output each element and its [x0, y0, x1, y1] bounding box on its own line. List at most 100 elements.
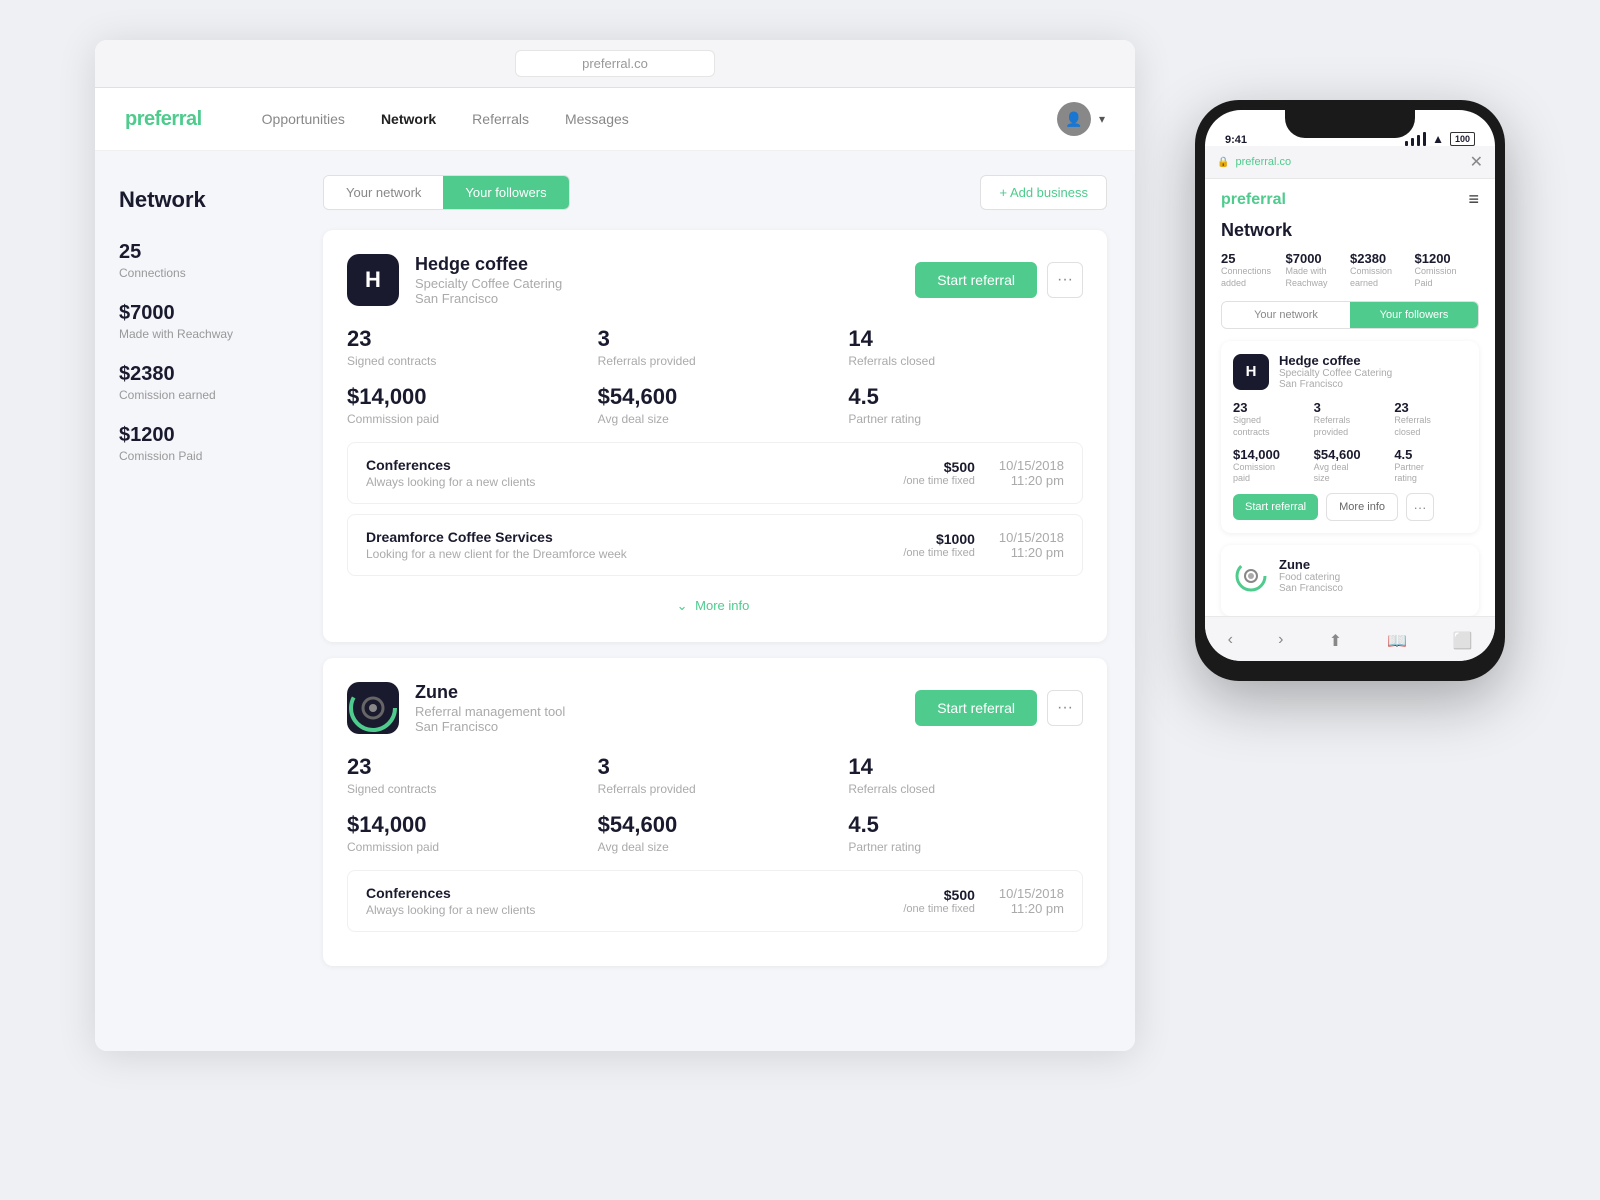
nav-network[interactable]: Network — [381, 111, 436, 127]
phone-hedge-stat-5: 4.5 Partnerrating — [1394, 447, 1467, 485]
hedge-coffee-more-button[interactable]: ··· — [1047, 262, 1083, 298]
stat-connections: 25 Connections — [119, 241, 271, 280]
phone-stat-paid: $1200 ComissionPaid — [1415, 251, 1480, 289]
zune-service-conferences-desc: Always looking for a new clients — [366, 903, 903, 917]
zune-info: Zune Referral management tool San Franci… — [415, 682, 915, 734]
phone-hedge-stat-5-val: 4.5 — [1394, 447, 1467, 462]
stat-reachway: $7000 Made with Reachway — [119, 302, 271, 341]
phone-app-nav: preferral ≡ — [1205, 179, 1495, 220]
phone-stat-paid-val: $1200 — [1415, 251, 1480, 266]
more-info-link[interactable]: ⌄ More info — [347, 586, 1083, 618]
hedge-stat-commission-paid-val: $14,000 — [347, 384, 582, 410]
phone-close-icon[interactable]: ✕ — [1470, 152, 1483, 172]
phone-hedge-stat-2: 23 Referralsclosed — [1394, 400, 1467, 438]
stat-commission-earned-value: $2380 — [119, 363, 271, 386]
phone-bookmarks-icon[interactable]: 📖 — [1379, 627, 1415, 655]
phone-hedge-type: Specialty Coffee Catering — [1279, 368, 1392, 379]
hedge-stat-signed: 23 Signed contracts — [347, 326, 582, 368]
zune-stat-closed: 14 Referrals closed — [848, 754, 1083, 796]
zune-service-conferences-info: Conferences Always looking for a new cli… — [366, 885, 903, 917]
hedge-service-dreamforce-price-type: /one time fixed — [903, 547, 975, 559]
tab-your-followers[interactable]: Your followers — [443, 176, 568, 209]
zune-service-conferences-name: Conferences — [366, 885, 903, 901]
phone-logo: preferral — [1221, 191, 1286, 209]
phone-hedge-stat-3: $14,000 Comissionpaid — [1233, 447, 1306, 485]
zune-service-conferences[interactable]: Conferences Always looking for a new cli… — [347, 870, 1083, 932]
phone-hedge-stat-0: 23 Signedcontracts — [1233, 400, 1306, 438]
hedge-service-dreamforce-price: $1000 /one time fixed — [903, 531, 975, 559]
hedge-coffee-location: San Francisco — [415, 291, 915, 306]
hedge-service-conferences-name: Conferences — [366, 457, 903, 473]
hedge-stat-rating-val: 4.5 — [848, 384, 1083, 410]
nav-opportunities[interactable]: Opportunities — [262, 111, 345, 127]
zune-more-button[interactable]: ··· — [1047, 690, 1083, 726]
phone-stat-earned: $2380 Comissionearned — [1350, 251, 1415, 289]
phone-stat-reachway: $7000 Made withReachway — [1286, 251, 1351, 289]
phone-hedge-stat-4-val: $54,600 — [1314, 447, 1387, 462]
phone-hedge-location: San Francisco — [1279, 379, 1392, 390]
zune-stat-avg-deal-lbl: Avg deal size — [598, 840, 833, 854]
phone-hedge-logo: H — [1233, 354, 1269, 390]
hedge-coffee-info: Hedge coffee Specialty Coffee Catering S… — [415, 254, 915, 306]
hedge-service-dreamforce-info: Dreamforce Coffee Services Looking for a… — [366, 529, 903, 561]
hedge-service-conferences-price: $500 /one time fixed — [903, 459, 975, 487]
zune-stats: 23 Signed contracts 3 Referrals provided… — [347, 754, 1083, 854]
nav-links: Opportunities Network Referrals Messages — [262, 111, 1057, 127]
hedge-service-dreamforce-date-val: 10/15/2018 — [999, 530, 1064, 545]
phone-hedge-dots-button[interactable]: ··· — [1406, 493, 1434, 521]
hedge-coffee-start-referral-button[interactable]: Start referral — [915, 262, 1037, 298]
chevron-down-icon[interactable]: ▾ — [1099, 112, 1105, 126]
hedge-service-dreamforce[interactable]: Dreamforce Coffee Services Looking for a… — [347, 514, 1083, 576]
phone-wifi-icon: ▲ — [1432, 132, 1444, 146]
hedge-stat-commission-paid-lbl: Commission paid — [347, 412, 582, 426]
phone-tabs-icon[interactable]: ⬜ — [1444, 627, 1480, 655]
phone-hedge-start-referral-button[interactable]: Start referral — [1233, 494, 1318, 520]
tabs: Your network Your followers — [323, 175, 570, 210]
nav-right: 👤 ▾ — [1057, 102, 1105, 136]
phone-tab-your-network[interactable]: Your network — [1222, 302, 1350, 328]
zune-stat-closed-val: 14 — [848, 754, 1083, 780]
zune-stat-commission-paid: $14,000 Commission paid — [347, 812, 582, 854]
phone-back-icon[interactable]: ‹ — [1220, 627, 1241, 655]
nav-referrals[interactable]: Referrals — [472, 111, 529, 127]
hedge-service-dreamforce-date: 10/15/2018 11:20 pm — [999, 530, 1064, 560]
phone-menu-icon[interactable]: ≡ — [1468, 189, 1479, 210]
zune-stat-signed-val: 23 — [347, 754, 582, 780]
phone-zune-location: San Francisco — [1279, 583, 1343, 594]
hedge-stat-avg-deal-val: $54,600 — [598, 384, 833, 410]
tab-your-network[interactable]: Your network — [324, 176, 443, 209]
content-area: Your network Your followers + Add busine… — [295, 151, 1135, 1051]
hedge-service-conferences[interactable]: Conferences Always looking for a new cli… — [347, 442, 1083, 504]
hedge-stat-provided-lbl: Referrals provided — [598, 354, 833, 368]
hedge-service-conferences-desc: Always looking for a new clients — [366, 475, 903, 489]
stat-commission-paid-label: Comission Paid — [119, 449, 271, 463]
add-business-button[interactable]: + Add business — [980, 175, 1107, 210]
hedge-service-dreamforce-name: Dreamforce Coffee Services — [366, 529, 903, 545]
phone-stats-row: 25 Connectionsadded $7000 Made withReach… — [1205, 251, 1495, 301]
phone-forward-icon[interactable]: › — [1270, 627, 1291, 655]
hedge-service-conferences-price-val: $500 — [903, 459, 975, 475]
phone-zune-name: Zune — [1279, 557, 1343, 572]
nav-messages[interactable]: Messages — [565, 111, 629, 127]
phone-stat-earned-val: $2380 — [1350, 251, 1415, 266]
phone-hedge-actions: Start referral More info ··· — [1233, 493, 1467, 521]
zune-logo — [347, 682, 399, 734]
phone-tab-your-followers[interactable]: Your followers — [1350, 302, 1478, 328]
zune-start-referral-button[interactable]: Start referral — [915, 690, 1037, 726]
phone-stat-paid-lbl: ComissionPaid — [1415, 266, 1480, 289]
phone-hedge-stat-2-val: 23 — [1394, 400, 1467, 415]
phone-stat-reachway-lbl: Made withReachway — [1286, 266, 1351, 289]
hedge-stat-avg-deal-lbl: Avg deal size — [598, 412, 833, 426]
stat-connections-value: 25 — [119, 241, 271, 264]
hedge-stat-rating-lbl: Partner rating — [848, 412, 1083, 426]
stat-commission-earned-label: Comission earned — [119, 388, 271, 402]
phone-hedge-more-info-button[interactable]: More info — [1326, 493, 1398, 521]
phone-hedge-stat-0-lbl: Signedcontracts — [1233, 415, 1306, 438]
phone-share-icon[interactable]: ⬆ — [1321, 627, 1350, 655]
hedge-service-conferences-price-type: /one time fixed — [903, 475, 975, 487]
phone-zune-card: Zune Food catering San Francisco — [1221, 545, 1479, 616]
hedge-service-conferences-info: Conferences Always looking for a new cli… — [366, 457, 903, 489]
avatar[interactable]: 👤 — [1057, 102, 1091, 136]
zune-service-conferences-date: 10/15/2018 11:20 pm — [999, 886, 1064, 916]
phone-stat-reachway-val: $7000 — [1286, 251, 1351, 266]
